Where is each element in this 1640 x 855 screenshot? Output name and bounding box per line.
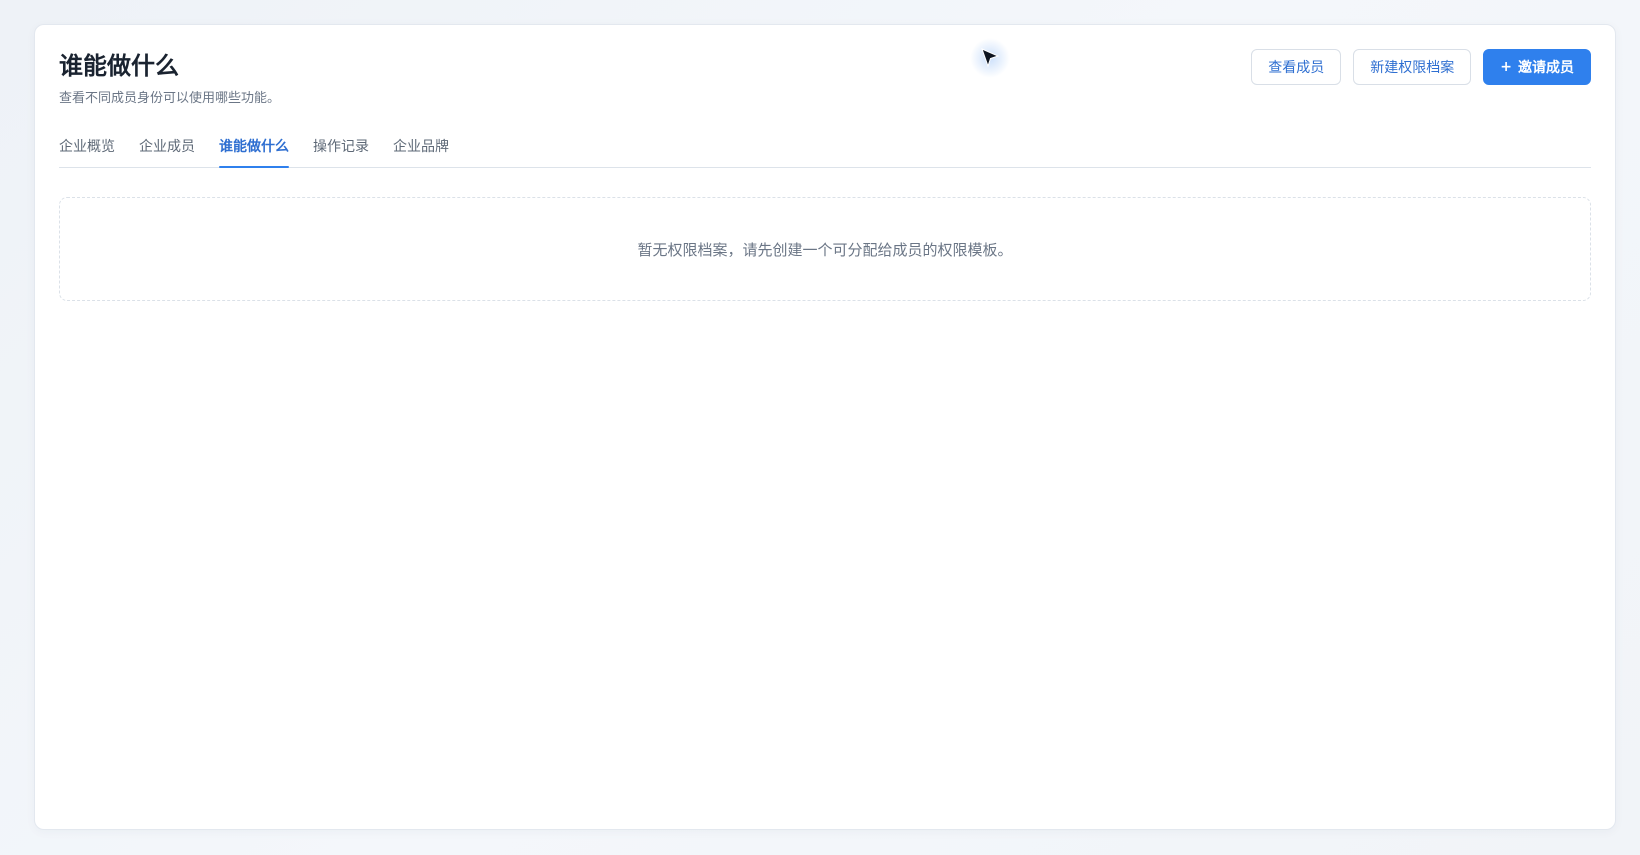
tab-activity-log[interactable]: 操作记录 <box>313 137 369 167</box>
empty-state: 暂无权限档案，请先创建一个可分配给成员的权限模板。 <box>59 197 1591 301</box>
view-members-button[interactable]: 查看成员 <box>1251 49 1342 85</box>
empty-state-message: 暂无权限档案，请先创建一个可分配给成员的权限模板。 <box>637 240 1013 259</box>
tab-who-can-do-what[interactable]: 谁能做什么 <box>219 137 289 168</box>
invite-member-button[interactable]: + 邀请成员 <box>1483 49 1591 85</box>
page-header: 谁能做什么 查看不同成员身份可以使用哪些功能。 <box>59 51 280 107</box>
invite-member-label: 邀请成员 <box>1518 60 1574 76</box>
header-actions: 查看成员 新建权限档案 + 邀请成员 <box>1251 49 1591 85</box>
tab-enterprise-overview[interactable]: 企业概览 <box>59 137 115 167</box>
cursor-arrow-icon <box>970 38 1010 78</box>
main-card: 谁能做什么 查看不同成员身份可以使用哪些功能。 查看成员 新建权限档案 + 邀请… <box>34 24 1616 830</box>
new-permission-profile-button[interactable]: 新建权限档案 <box>1353 49 1472 85</box>
tab-enterprise-brand[interactable]: 企业品牌 <box>393 137 449 167</box>
page-title: 谁能做什么 <box>59 52 179 80</box>
page-subtitle: 查看不同成员身份可以使用哪些功能。 <box>59 91 281 106</box>
plus-icon: + <box>1500 59 1512 75</box>
tab-enterprise-members[interactable]: 企业成员 <box>139 137 195 167</box>
tab-bar: 企业概览 企业成员 谁能做什么 操作记录 企业品牌 <box>59 137 1591 168</box>
